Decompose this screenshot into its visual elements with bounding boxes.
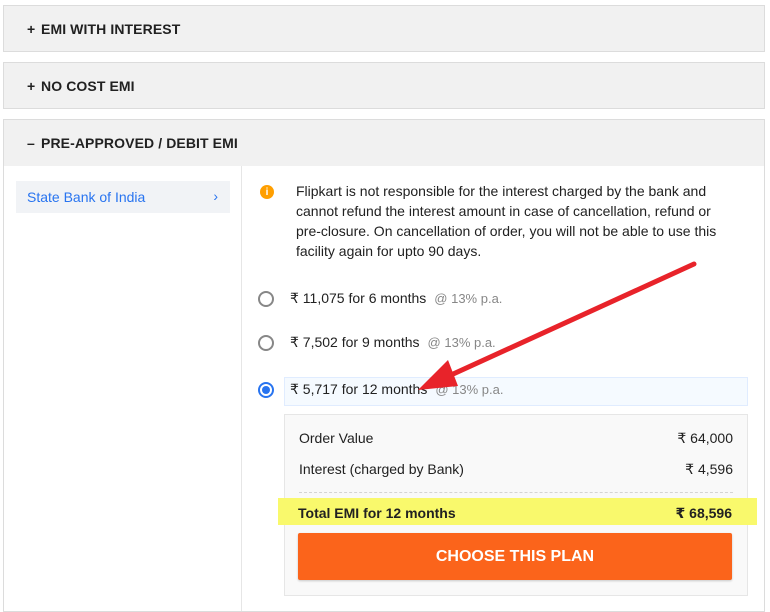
expand-icon: + (27, 20, 36, 37)
accordion-header[interactable]: + EMI WITH INTEREST (4, 6, 764, 51)
total-emi-value: ₹ 68,596 (675, 505, 732, 521)
chevron-right-icon: › (213, 188, 218, 204)
plan-rate: @ 13% p.a. (427, 335, 496, 350)
accordion-title: EMI WITH INTEREST (41, 20, 181, 37)
accordion-emi-with-interest[interactable]: + EMI WITH INTEREST (3, 5, 765, 52)
plan-amount: ₹ 11,075 for 6 months (290, 290, 427, 306)
plan-radio[interactable] (258, 335, 274, 351)
plan-rate: @ 13% p.a. (435, 382, 504, 397)
accordion-header[interactable]: – PRE-APPROVED / DEBIT EMI (4, 120, 764, 165)
plan-amount: ₹ 5,717 for 12 months (290, 381, 428, 397)
total-emi-row: Total EMI for 12 months ₹ 68,596 (298, 505, 732, 522)
disclaimer-text: Flipkart is not responsible for the inte… (296, 183, 717, 259)
divider (299, 492, 733, 493)
plan-label: ₹ 7,502 for 9 months @ 13% p.a. (290, 334, 496, 351)
plan-option-12-months[interactable]: ₹ 5,717 for 12 months @ 13% p.a. (258, 376, 503, 404)
plan-label: ₹ 11,075 for 6 months @ 13% p.a. (290, 290, 502, 307)
order-value: ₹ 64,000 (677, 430, 733, 446)
plan-radio[interactable] (258, 291, 274, 307)
accordion-header[interactable]: + NO COST EMI (4, 63, 764, 108)
plan-label: ₹ 5,717 for 12 months @ 13% p.a. (290, 381, 503, 398)
accordion-title: PRE-APPROVED / DEBIT EMI (41, 134, 238, 151)
plan-option-9-months[interactable]: ₹ 7,502 for 9 months @ 13% p.a. (258, 329, 496, 357)
choose-plan-button[interactable]: CHOOSE THIS PLAN (298, 533, 732, 580)
order-value-label: Order Value (299, 430, 374, 446)
collapse-icon: – (27, 134, 35, 151)
interest-value: ₹ 4,596 (685, 461, 733, 477)
interest-label: Interest (charged by Bank) (299, 461, 464, 477)
interest-row: Interest (charged by Bank) ₹ 4,596 (299, 461, 733, 478)
plan-radio-selected[interactable] (258, 382, 274, 398)
plan-option-6-months[interactable]: ₹ 11,075 for 6 months @ 13% p.a. (258, 285, 502, 313)
total-emi-label: Total EMI for 12 months (298, 505, 456, 521)
accordion-no-cost-emi[interactable]: + NO COST EMI (3, 62, 765, 109)
bank-list: State Bank of India › (4, 166, 242, 611)
plan-amount: ₹ 7,502 for 9 months (290, 334, 420, 350)
accordion-title: NO COST EMI (41, 77, 135, 94)
bank-item-sbi[interactable]: State Bank of India › (16, 181, 230, 213)
plan-rate: @ 13% p.a. (434, 291, 503, 306)
info-icon: i (260, 185, 274, 199)
order-value-row: Order Value ₹ 64,000 (299, 430, 733, 447)
expand-icon: + (27, 77, 36, 94)
bank-name: State Bank of India (27, 189, 146, 205)
